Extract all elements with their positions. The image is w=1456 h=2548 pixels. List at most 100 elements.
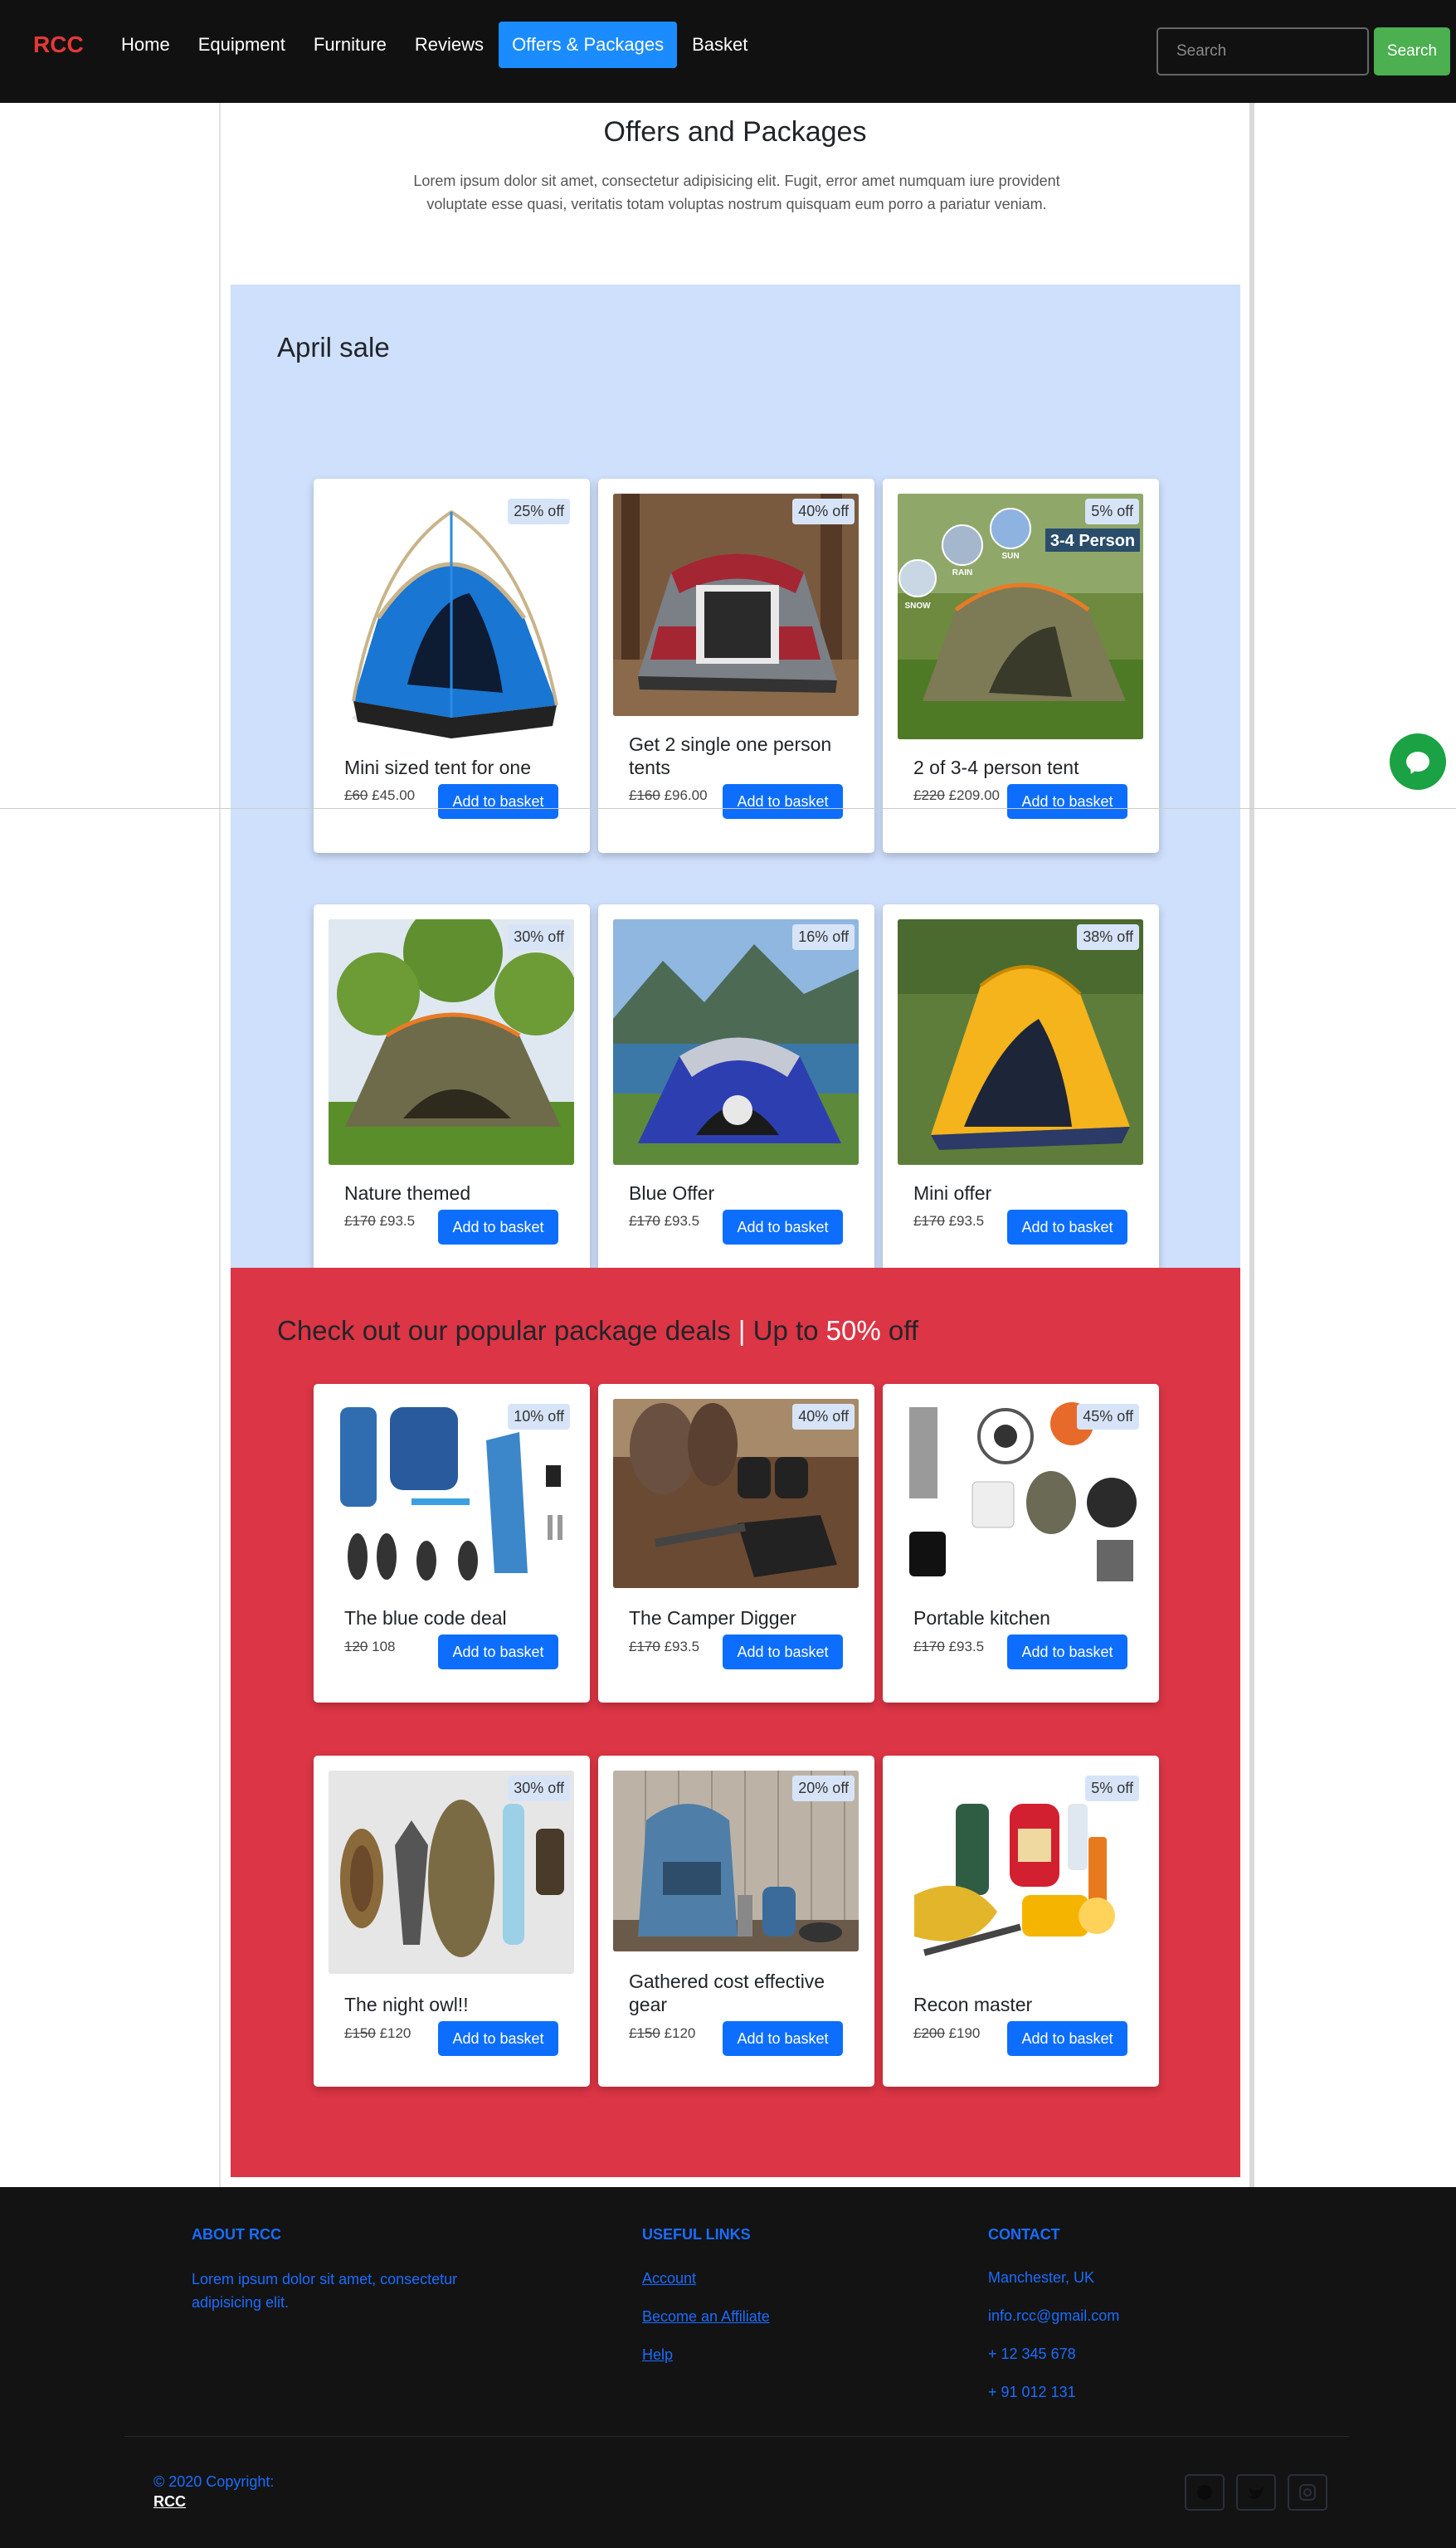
nav-equipment[interactable]: Equipment bbox=[185, 22, 299, 68]
old-price: £170 bbox=[629, 1213, 660, 1229]
snow-label: SNOW bbox=[904, 602, 931, 611]
heading-percent: 50% bbox=[825, 1315, 881, 1346]
add-to-basket-button[interactable]: Add to basket bbox=[723, 2021, 843, 2056]
new-price: £209.00 bbox=[948, 787, 1001, 803]
discount-badge: 5% off bbox=[1085, 1776, 1139, 1801]
search-button[interactable]: Search bbox=[1374, 27, 1450, 76]
add-to-basket-button[interactable]: Add to basket bbox=[1007, 1210, 1127, 1245]
old-price: £160 bbox=[629, 787, 660, 803]
new-price: £190 bbox=[948, 2025, 981, 2041]
april-sale-heading: April sale bbox=[277, 332, 390, 363]
new-price: £96.00 bbox=[664, 787, 708, 803]
product-price: £220 £209.00 bbox=[913, 787, 1000, 804]
discount-badge: 40% off bbox=[792, 1404, 855, 1430]
new-price: £93.5 bbox=[379, 1213, 416, 1229]
footer-copyright-brand-link[interactable]: RCC bbox=[153, 2493, 186, 2511]
footer-link-help[interactable]: Help bbox=[642, 2346, 673, 2364]
package-deals-heading: Check out our popular package deals | Up… bbox=[277, 1315, 918, 1347]
package-price: £150 £120 bbox=[629, 2025, 695, 2042]
discount-badge: 40% off bbox=[792, 499, 855, 524]
add-to-basket-button[interactable]: Add to basket bbox=[723, 784, 843, 819]
footer-copyright: © 2020 Copyright: bbox=[153, 2473, 275, 2490]
add-to-basket-button[interactable]: Add to basket bbox=[438, 1635, 558, 1669]
heading-off: off bbox=[888, 1315, 918, 1346]
footer-contact-email: info.rcc@gmail.com bbox=[988, 2307, 1120, 2324]
instagram-icon bbox=[1299, 2484, 1316, 2501]
nav-links: Home Equipment Furniture Reviews Offers … bbox=[108, 22, 762, 68]
add-to-basket-button[interactable]: Add to basket bbox=[723, 1210, 843, 1245]
tent-capacity-label: 3-4 Person bbox=[1050, 532, 1135, 550]
package-title: The Camper Digger bbox=[629, 1607, 796, 1629]
footer-link-affiliate[interactable]: Become an Affiliate bbox=[642, 2308, 770, 2326]
rain-label: RAIN bbox=[952, 568, 972, 577]
add-to-basket-button[interactable]: Add to basket bbox=[723, 1635, 843, 1669]
add-to-basket-button[interactable]: Add to basket bbox=[438, 2021, 558, 2056]
nav-reviews[interactable]: Reviews bbox=[402, 22, 497, 68]
april-sale-section: April sale 25% off Mini sized tent for o… bbox=[231, 285, 1240, 1277]
twitter-button[interactable] bbox=[1236, 2474, 1276, 2511]
instagram-button[interactable] bbox=[1288, 2474, 1327, 2511]
product-image-3-4-person-tent[interactable]: 3-4 Person RAIN SUN SNOW bbox=[898, 494, 1143, 739]
package-title: Gathered cost effective gear bbox=[629, 1971, 825, 2015]
nav-furniture[interactable]: Furniture bbox=[300, 22, 400, 68]
brand-logo[interactable]: RCC bbox=[33, 32, 84, 58]
add-to-basket-button[interactable]: Add to basket bbox=[1007, 1635, 1127, 1669]
old-price: £150 bbox=[344, 2025, 376, 2041]
discount-badge: 30% off bbox=[508, 1776, 570, 1801]
footer-contact-title: CONTACT bbox=[988, 2226, 1060, 2243]
nav-basket[interactable]: Basket bbox=[679, 22, 761, 68]
page-title: Offers and Packages bbox=[603, 116, 867, 148]
add-to-basket-button[interactable]: Add to basket bbox=[1007, 784, 1127, 819]
old-price: £150 bbox=[629, 2025, 660, 2041]
product-image-blue-tent-lake[interactable] bbox=[613, 919, 859, 1165]
footer-links-title: USEFUL LINKS bbox=[642, 2226, 751, 2243]
package-card: 40% off The Camper Digger £170 £93.5 Add… bbox=[598, 1384, 874, 1703]
old-price: 120 bbox=[344, 1639, 368, 1654]
old-price: £220 bbox=[913, 787, 945, 803]
facebook-button[interactable] bbox=[1185, 2474, 1225, 2511]
footer-link-account[interactable]: Account bbox=[642, 2270, 696, 2287]
chat-widget-button[interactable] bbox=[1390, 733, 1446, 790]
product-title: Blue Offer bbox=[629, 1182, 715, 1204]
package-price: £150 £120 bbox=[344, 2025, 411, 2042]
new-price: £93.5 bbox=[948, 1639, 985, 1654]
heading-separator: | bbox=[738, 1315, 746, 1346]
navbar: RCC Home Equipment Furniture Reviews Off… bbox=[0, 0, 1456, 103]
product-image-cabin-tent-forest[interactable] bbox=[613, 494, 859, 716]
heading-up-to: Up to bbox=[752, 1315, 819, 1346]
product-title: Get 2 single one person tents bbox=[629, 733, 832, 778]
search-input[interactable] bbox=[1157, 27, 1369, 76]
product-image-nature-tent[interactable] bbox=[329, 919, 574, 1165]
old-price: £60 bbox=[344, 787, 368, 803]
product-image-blue-dome-tent[interactable] bbox=[329, 494, 574, 739]
discount-badge: 25% off bbox=[508, 499, 570, 524]
product-card: 3-4 Person RAIN SUN SNOW 5% off 2 of 3-4… bbox=[883, 479, 1159, 853]
product-title: 2 of 3-4 person tent bbox=[913, 757, 1079, 778]
package-title: The blue code deal bbox=[344, 1607, 507, 1629]
discount-badge: 45% off bbox=[1077, 1404, 1139, 1430]
nav-home[interactable]: Home bbox=[108, 22, 183, 68]
product-card: 30% off Nature themed £170 £93.5 Add to … bbox=[314, 904, 590, 1277]
sun-label: SUN bbox=[1001, 552, 1019, 561]
package-card: 20% off Gathered cost effective gear £15… bbox=[598, 1756, 874, 2087]
product-price: £170 £93.5 bbox=[913, 1213, 984, 1230]
footer-contact-address: Manchester, UK bbox=[988, 2269, 1095, 2286]
product-price: £170 £93.5 bbox=[629, 1213, 699, 1230]
old-price: £170 bbox=[913, 1213, 945, 1229]
add-to-basket-button[interactable]: Add to basket bbox=[438, 1210, 558, 1245]
footer-about-title: ABOUT RCC bbox=[192, 2226, 281, 2243]
package-price: £200 £190 bbox=[913, 2025, 980, 2042]
new-price: £93.5 bbox=[664, 1639, 700, 1654]
footer-about-text: Lorem ipsum dolor sit amet, consectetur … bbox=[192, 2271, 458, 2311]
footer-divider bbox=[124, 2436, 1349, 2437]
nav-offers-packages[interactable]: Offers & Packages bbox=[499, 22, 678, 68]
add-to-basket-button[interactable]: Add to basket bbox=[438, 784, 558, 819]
product-image-yellow-tent[interactable] bbox=[898, 919, 1143, 1165]
add-to-basket-button[interactable]: Add to basket bbox=[1007, 2021, 1127, 2056]
product-card: 16% off Blue Offer £170 £93.5 Add to bas… bbox=[598, 904, 874, 1277]
product-title: Mini sized tent for one bbox=[344, 757, 532, 778]
package-title: The night owl!! bbox=[344, 1994, 469, 2015]
discount-badge: 30% off bbox=[508, 924, 570, 950]
main-container: Offers and Packages Lorem ipsum dolor si… bbox=[219, 103, 1254, 2187]
discount-badge: 16% off bbox=[792, 924, 855, 950]
